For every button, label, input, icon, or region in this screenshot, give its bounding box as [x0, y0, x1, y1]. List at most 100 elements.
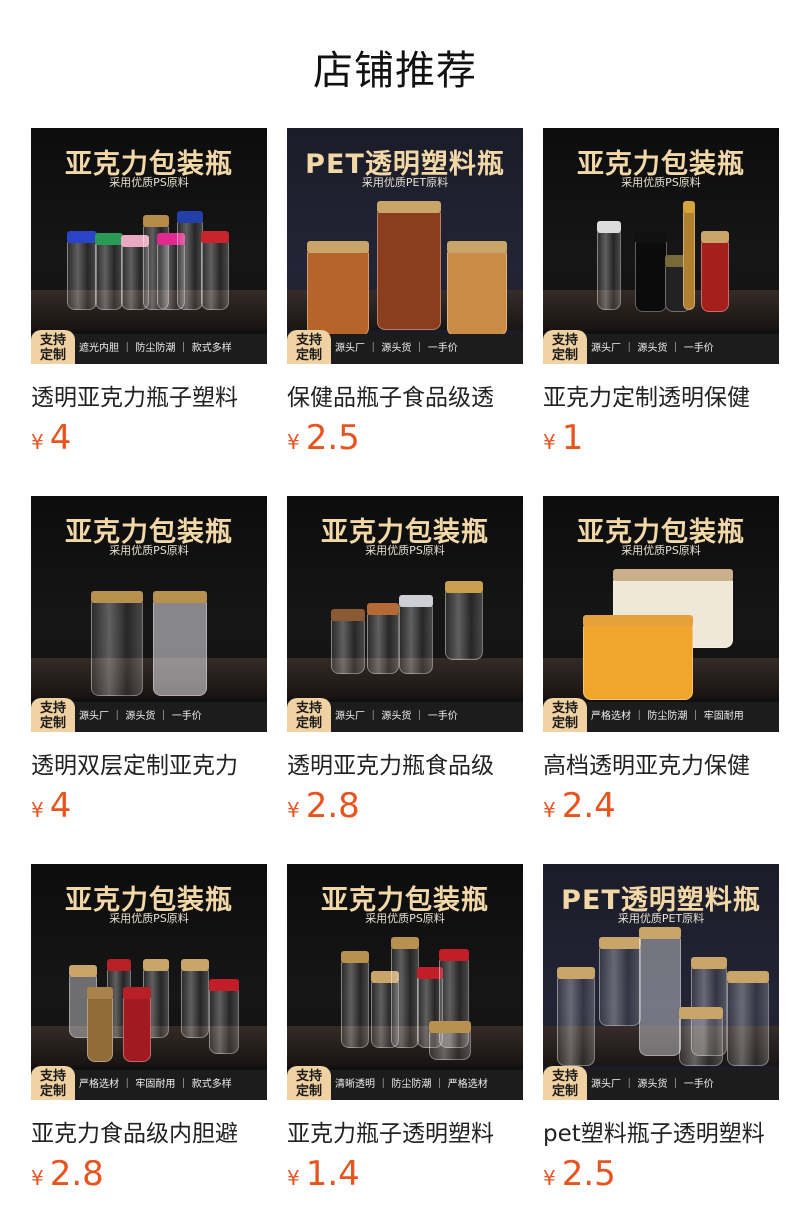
currency-symbol: ¥ — [31, 798, 44, 822]
jar — [679, 1007, 723, 1066]
product-name[interactable]: 透明双层定制亚克力 — [31, 746, 267, 780]
price-value: 4 — [49, 418, 72, 458]
currency-symbol: ¥ — [543, 1166, 556, 1190]
jar — [377, 201, 441, 330]
product-name[interactable]: 高档透明亚克力保健 — [543, 746, 779, 780]
feature-text: 严格选材 ｜ 防尘防潮 ｜ 牢固耐用 — [591, 711, 744, 722]
jar — [639, 927, 681, 1056]
feature-text: 源头厂 ｜ 源头货 ｜ 一手价 — [591, 343, 714, 354]
price-value: 2.5 — [561, 1154, 616, 1194]
jar — [399, 595, 433, 674]
customize-badge: 支持 定制 — [543, 698, 587, 732]
banner-subtitle: 采用优质PS原料 — [109, 176, 189, 189]
product-image[interactable]: 亚克力包装瓶 采用优质PS原料 支持 定制 源头厂 ｜ 源头货 ｜ 一手价 — [287, 496, 523, 732]
jar-cap — [639, 927, 681, 939]
product-name[interactable]: 透明亚克力瓶子塑料 — [31, 378, 267, 412]
jar — [307, 241, 369, 336]
product-price: ¥1 — [543, 418, 583, 458]
product-image[interactable]: PET透明塑料瓶 采用优质PET原料 支持 定制 源头厂 ｜ 源头货 ｜ 一手价 — [287, 128, 523, 364]
product-card[interactable]: 亚克力包装瓶 采用优质PS原料 支持 定制 遮光内胆 ｜ 防尘防潮 ｜ 款式多样透明亚… — [31, 128, 267, 468]
jar — [67, 231, 97, 310]
jar — [597, 221, 621, 310]
jar — [95, 233, 123, 310]
banner-subtitle: 采用优质PET原料 — [617, 912, 705, 925]
jar-cap — [95, 233, 123, 245]
jar-cap — [107, 959, 131, 971]
feature-text: 遮光内胆 ｜ 防尘防潮 ｜ 款式多样 — [79, 343, 232, 354]
price-value: 4 — [49, 786, 72, 826]
product-photo — [543, 566, 779, 700]
jar-cap — [377, 201, 441, 213]
product-name[interactable]: 亚克力定制透明保健 — [543, 378, 779, 412]
product-card[interactable]: PET透明塑料瓶 采用优质PET原料 支持 定制 源头厂 ｜ 源头货 ｜ 一手价 pet… — [543, 864, 779, 1204]
jar-cap — [367, 603, 399, 615]
feature-text: 源头厂 ｜ 源头货 ｜ 一手价 — [79, 711, 202, 722]
price-value: 2.8 — [305, 786, 360, 826]
feature-text: 源头厂 ｜ 源头货 ｜ 一手价 — [335, 343, 458, 354]
jar-cap — [599, 937, 641, 949]
jar-cap — [557, 967, 595, 979]
banner-subtitle: 采用优质PS原料 — [109, 912, 189, 925]
product-card[interactable]: 亚克力包装瓶 采用优质PS原料 支持 定制 严格选材 ｜ 牢固耐用 ｜ 款式多样亚克力… — [31, 864, 267, 1204]
product-price: ¥2.5 — [287, 418, 360, 458]
jar-cap — [307, 241, 369, 253]
customize-badge: 支持 定制 — [287, 1066, 331, 1100]
product-name[interactable]: 亚克力食品级内胆避 — [31, 1114, 267, 1148]
product-image[interactable]: 亚克力包装瓶 采用优质PS原料 支持 定制 严格选材 ｜ 防尘防潮 ｜ 牢固耐用 — [543, 496, 779, 732]
product-image[interactable]: 亚克力包装瓶 采用优质PS原料 支持 定制 严格选材 ｜ 牢固耐用 ｜ 款式多样 — [31, 864, 267, 1100]
jar — [331, 609, 365, 674]
product-image[interactable]: 亚克力包装瓶 采用优质PS原料 支持 定制 清晰透明 ｜ 防尘防潮 ｜ 严格选材 — [287, 864, 523, 1100]
jar-cap — [399, 595, 433, 607]
jar — [123, 987, 151, 1062]
price-value: 2.4 — [561, 786, 616, 826]
product-name[interactable]: 亚克力瓶子透明塑料 — [287, 1114, 523, 1148]
customize-badge: 支持 定制 — [543, 1066, 587, 1100]
jar-cap — [341, 951, 369, 963]
banner-subtitle: 采用优质PS原料 — [365, 912, 445, 925]
customize-badge: 支持 定制 — [287, 698, 331, 732]
banner-subtitle: 采用优质PS原料 — [621, 544, 701, 557]
feature-text: 源头厂 ｜ 源头货 ｜ 一手价 — [591, 1079, 714, 1090]
product-photo — [543, 927, 779, 1066]
product-name[interactable]: 保健品瓶子食品级透 — [287, 378, 523, 412]
currency-symbol: ¥ — [287, 1166, 300, 1190]
jar — [91, 591, 143, 696]
price-value: 2.5 — [305, 418, 360, 458]
product-image[interactable]: 亚克力包装瓶 采用优质PS原料 支持 定制 源头厂 ｜ 源头货 ｜ 一手价 — [31, 496, 267, 732]
jar-cap — [613, 569, 733, 581]
jar — [583, 615, 693, 700]
jar-cap — [597, 221, 621, 233]
price-value: 1 — [561, 418, 584, 458]
product-price: ¥2.5 — [543, 1154, 616, 1194]
jar-cap — [445, 581, 483, 593]
customize-badge: 支持 定制 — [31, 698, 75, 732]
jar-cap — [143, 215, 169, 227]
currency-symbol: ¥ — [31, 1166, 44, 1190]
product-name[interactable]: 透明亚克力瓶食品级 — [287, 746, 523, 780]
jar-cap — [391, 937, 419, 949]
jar — [429, 1021, 471, 1060]
product-image[interactable]: 亚克力包装瓶 采用优质PS原料 支持 定制 源头厂 ｜ 源头货 ｜ 一手价 — [543, 128, 779, 364]
product-image[interactable]: PET透明塑料瓶 采用优质PET原料 支持 定制 源头厂 ｜ 源头货 ｜ 一手价 — [543, 864, 779, 1100]
product-price: ¥2.8 — [31, 1154, 104, 1194]
jar — [635, 231, 667, 312]
jar-cap — [429, 1021, 471, 1033]
product-card[interactable]: 亚克力包装瓶 采用优质PS原料 支持 定制 源头厂 ｜ 源头货 ｜ 一手价亚克力定制透… — [543, 128, 779, 468]
banner-subtitle: 采用优质PS原料 — [109, 544, 189, 557]
jar — [177, 211, 203, 310]
product-name[interactable]: pet塑料瓶子透明塑料 — [543, 1114, 779, 1148]
product-card[interactable]: 亚克力包装瓶 采用优质PS原料 支持 定制 清晰透明 ｜ 防尘防潮 ｜ 严格选材 亚克力… — [287, 864, 523, 1204]
jar — [447, 241, 507, 336]
jar — [209, 979, 239, 1054]
product-card[interactable]: 亚克力包装瓶 采用优质PS原料 支持 定制 源头厂 ｜ 源头货 ｜ 一手价透明亚克力瓶… — [287, 496, 523, 836]
jar-cap — [727, 971, 769, 983]
jar-cap — [201, 231, 229, 243]
product-image[interactable]: 亚克力包装瓶 采用优质PS原料 支持 定制 遮光内胆 ｜ 防尘防潮 ｜ 款式多样 — [31, 128, 267, 364]
jar — [599, 937, 641, 1026]
product-card[interactable]: 亚克力包装瓶 采用优质PS原料 支持 定制 严格选材 ｜ 防尘防潮 ｜ 牢固耐用 高档透… — [543, 496, 779, 836]
product-card[interactable]: 亚克力包装瓶 采用优质PS原料 支持 定制 源头厂 ｜ 源头货 ｜ 一手价 透明双层定制… — [31, 496, 267, 836]
product-card[interactable]: PET透明塑料瓶 采用优质PET原料 支持 定制 源头厂 ｜ 源头货 ｜ 一手价保健品… — [287, 128, 523, 468]
currency-symbol: ¥ — [287, 430, 300, 454]
product-photo — [287, 198, 523, 336]
product-price: ¥2.8 — [287, 786, 360, 826]
